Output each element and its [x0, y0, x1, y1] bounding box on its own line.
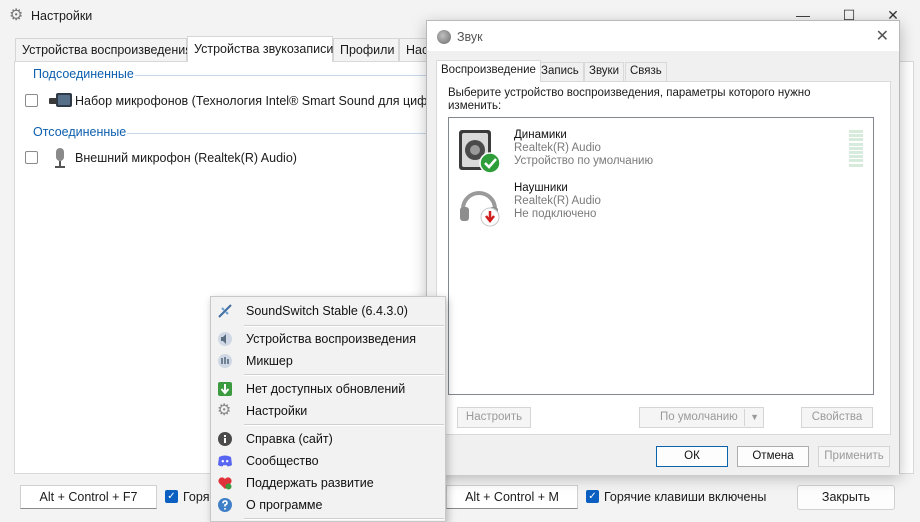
device-status: Устройство по умолчанию: [514, 155, 654, 167]
speaker-icon: [218, 332, 232, 346]
menu-item-community[interactable]: Сообщество: [211, 450, 445, 472]
gear-icon: ⚙: [217, 402, 232, 419]
menu-item-settings[interactable]: ⚙ Настройки: [211, 400, 445, 422]
settings-title: Настройки: [31, 9, 93, 23]
update-icon: [218, 382, 232, 396]
menu-item-label: Микшер: [246, 354, 293, 368]
sound-dialog: Звук ✕ Воспроизведение Запись Звуки Связ…: [426, 20, 900, 475]
microphone-icon: [55, 148, 65, 168]
tab-sounds[interactable]: Звуки: [584, 62, 625, 81]
hotkey-field-right[interactable]: Alt + Control + M: [446, 485, 578, 509]
menu-separator: [244, 374, 444, 376]
configure-button[interactable]: Настроить: [457, 407, 531, 428]
chevron-down-icon[interactable]: ▼: [750, 408, 759, 427]
properties-button[interactable]: Свойства: [801, 407, 873, 428]
sound-dialog-body: Воспроизведение Запись Звуки Связь Выбер…: [427, 51, 899, 475]
tab-playback[interactable]: Воспроизведение: [436, 60, 541, 82]
sound-dialog-title: Звук: [457, 30, 483, 44]
device-name: Динамики: [514, 129, 567, 141]
device-driver: Realtek(R) Audio: [514, 195, 601, 207]
soundswitch-icon: [218, 304, 232, 318]
tab-profiles[interactable]: Профили: [333, 38, 399, 62]
set-default-button[interactable]: По умолчанию ▼: [639, 407, 764, 428]
group-divider: [135, 75, 427, 76]
group-header-connected: Подсоединенные: [33, 67, 134, 81]
heart-icon: [218, 477, 232, 490]
menu-item-help-site[interactable]: Справка (сайт): [211, 428, 445, 450]
menu-item-label: SoundSwitch Stable (6.4.3.0): [246, 304, 408, 318]
menu-item-label: Сообщество: [246, 454, 319, 468]
volume-meter: [849, 130, 863, 172]
menu-item-donate[interactable]: Поддержать развитие: [211, 472, 445, 494]
menu-item-label: Устройства воспроизведения: [246, 332, 417, 346]
list-item-speakers[interactable]: Динамики Realtek(R) Audio Устройство по …: [449, 122, 873, 176]
menu-item-label: Настройки: [246, 404, 308, 418]
hotkey-field-left[interactable]: Alt + Control + F7: [20, 485, 157, 509]
menu-separator: [244, 325, 444, 327]
playback-device-list[interactable]: Динамики Realtek(R) Audio Устройство по …: [448, 117, 874, 395]
hotkeys-checkbox-left[interactable]: ✓: [165, 490, 178, 503]
speaker-icon: [437, 30, 451, 44]
help-icon: [218, 498, 232, 512]
headphones-device-icon: [460, 191, 500, 227]
tab-recording[interactable]: Запись: [536, 62, 584, 81]
device-driver: Realtek(R) Audio: [514, 142, 601, 154]
sound-dialog-titlebar[interactable]: Звук ✕: [427, 21, 899, 51]
menu-item-label: О программе: [246, 498, 323, 512]
group-header-disconnected: Отсоединенные: [33, 125, 127, 139]
playback-description: Выберите устройство воспроизведения, пар…: [448, 87, 811, 112]
menu-item-playback-devices[interactable]: Устройства воспроизведения: [211, 328, 445, 350]
menu-separator: [244, 518, 444, 520]
list-item-headphones[interactable]: Наушники Realtek(R) Audio Не подключено: [449, 175, 873, 229]
device-row-microphone-array[interactable]: Набор микрофонов (Технология Intel® Smar…: [25, 90, 441, 112]
tab-playback-devices[interactable]: Устройства воспроизведения: [15, 38, 192, 62]
device-label: Набор микрофонов (Технология Intel® Smar…: [75, 94, 442, 108]
menu-item-label: Справка (сайт): [246, 432, 333, 446]
device-name: Наушники: [514, 182, 568, 194]
mixer-icon: [218, 354, 232, 368]
device-checkbox[interactable]: [25, 94, 38, 107]
close-button[interactable]: Закрыть: [797, 485, 895, 510]
device-checkbox[interactable]: [25, 151, 38, 164]
device-label: Внешний микрофон (Realtek(R) Audio): [75, 151, 297, 165]
gear-icon: ⚙: [9, 7, 24, 24]
menu-item-soundswitch-version[interactable]: SoundSwitch Stable (6.4.3.0): [211, 300, 445, 322]
speaker-device-icon: [459, 130, 501, 174]
split-divider: [744, 409, 745, 426]
ok-button[interactable]: ОК: [656, 446, 728, 467]
hotkeys-enabled-checkbox[interactable]: ✓: [586, 490, 599, 503]
microphone-array-icon: [49, 93, 72, 107]
group-divider: [127, 133, 427, 134]
menu-item-label: Нет доступных обновлений: [246, 382, 406, 396]
close-icon[interactable]: ✕: [876, 26, 889, 46]
info-icon: [218, 432, 232, 446]
tab-communications[interactable]: Связь: [625, 62, 667, 81]
tab-recording-devices[interactable]: Устройства звукозаписи: [187, 36, 333, 62]
menu-item-updates[interactable]: Нет доступных обновлений: [211, 378, 445, 400]
device-row-external-microphone[interactable]: Внешний микрофон (Realtek(R) Audio): [25, 147, 425, 169]
playback-panel: Выберите устройство воспроизведения, пар…: [436, 81, 891, 435]
menu-separator: [244, 424, 444, 426]
discord-icon: [218, 455, 232, 467]
menu-item-mixer[interactable]: Микшер: [211, 350, 445, 372]
hotkeys-enabled-label: Горячие клавиши включены: [604, 490, 767, 504]
device-status: Не подключено: [514, 208, 597, 220]
set-default-label: По умолчанию: [660, 411, 738, 423]
menu-item-about[interactable]: О программе: [211, 494, 445, 516]
tray-context-menu: SoundSwitch Stable (6.4.3.0) Устройства …: [210, 296, 446, 522]
cancel-button[interactable]: Отмена: [737, 446, 809, 467]
menu-item-label: Поддержать развитие: [246, 476, 374, 490]
apply-button[interactable]: Применить: [818, 446, 890, 467]
